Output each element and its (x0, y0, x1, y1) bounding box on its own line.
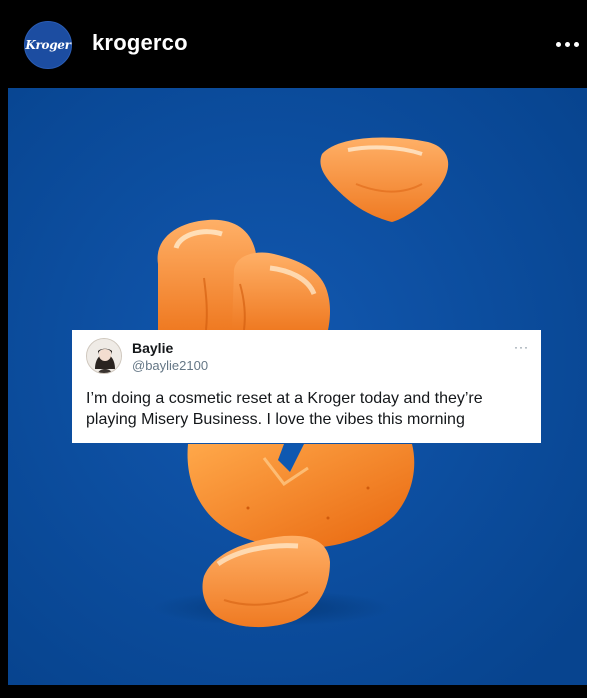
more-options-icon[interactable] (556, 34, 582, 54)
profile-avatar[interactable]: Kroger (24, 21, 72, 69)
account-username[interactable]: krogerco (92, 30, 188, 56)
tweet-more-icon[interactable]: ··· (514, 340, 529, 354)
post-frame: Kroger krogerco Baylie @baylie2100 ··· I… (0, 0, 587, 698)
kroger-logo-text: Kroger (25, 38, 71, 52)
embedded-tweet-card[interactable]: Baylie @baylie2100 ··· I’m doing a cosme… (72, 330, 541, 443)
tweet-text: I’m doing a cosmetic reset at a Kroger t… (86, 390, 483, 428)
tweet-avatar[interactable] (86, 338, 122, 374)
tweet-handle[interactable]: @baylie2100 (132, 358, 208, 373)
post-bottom-bar (0, 685, 587, 698)
tweet-display-name[interactable]: Baylie (132, 340, 173, 356)
post-header: Kroger krogerco (0, 0, 587, 88)
